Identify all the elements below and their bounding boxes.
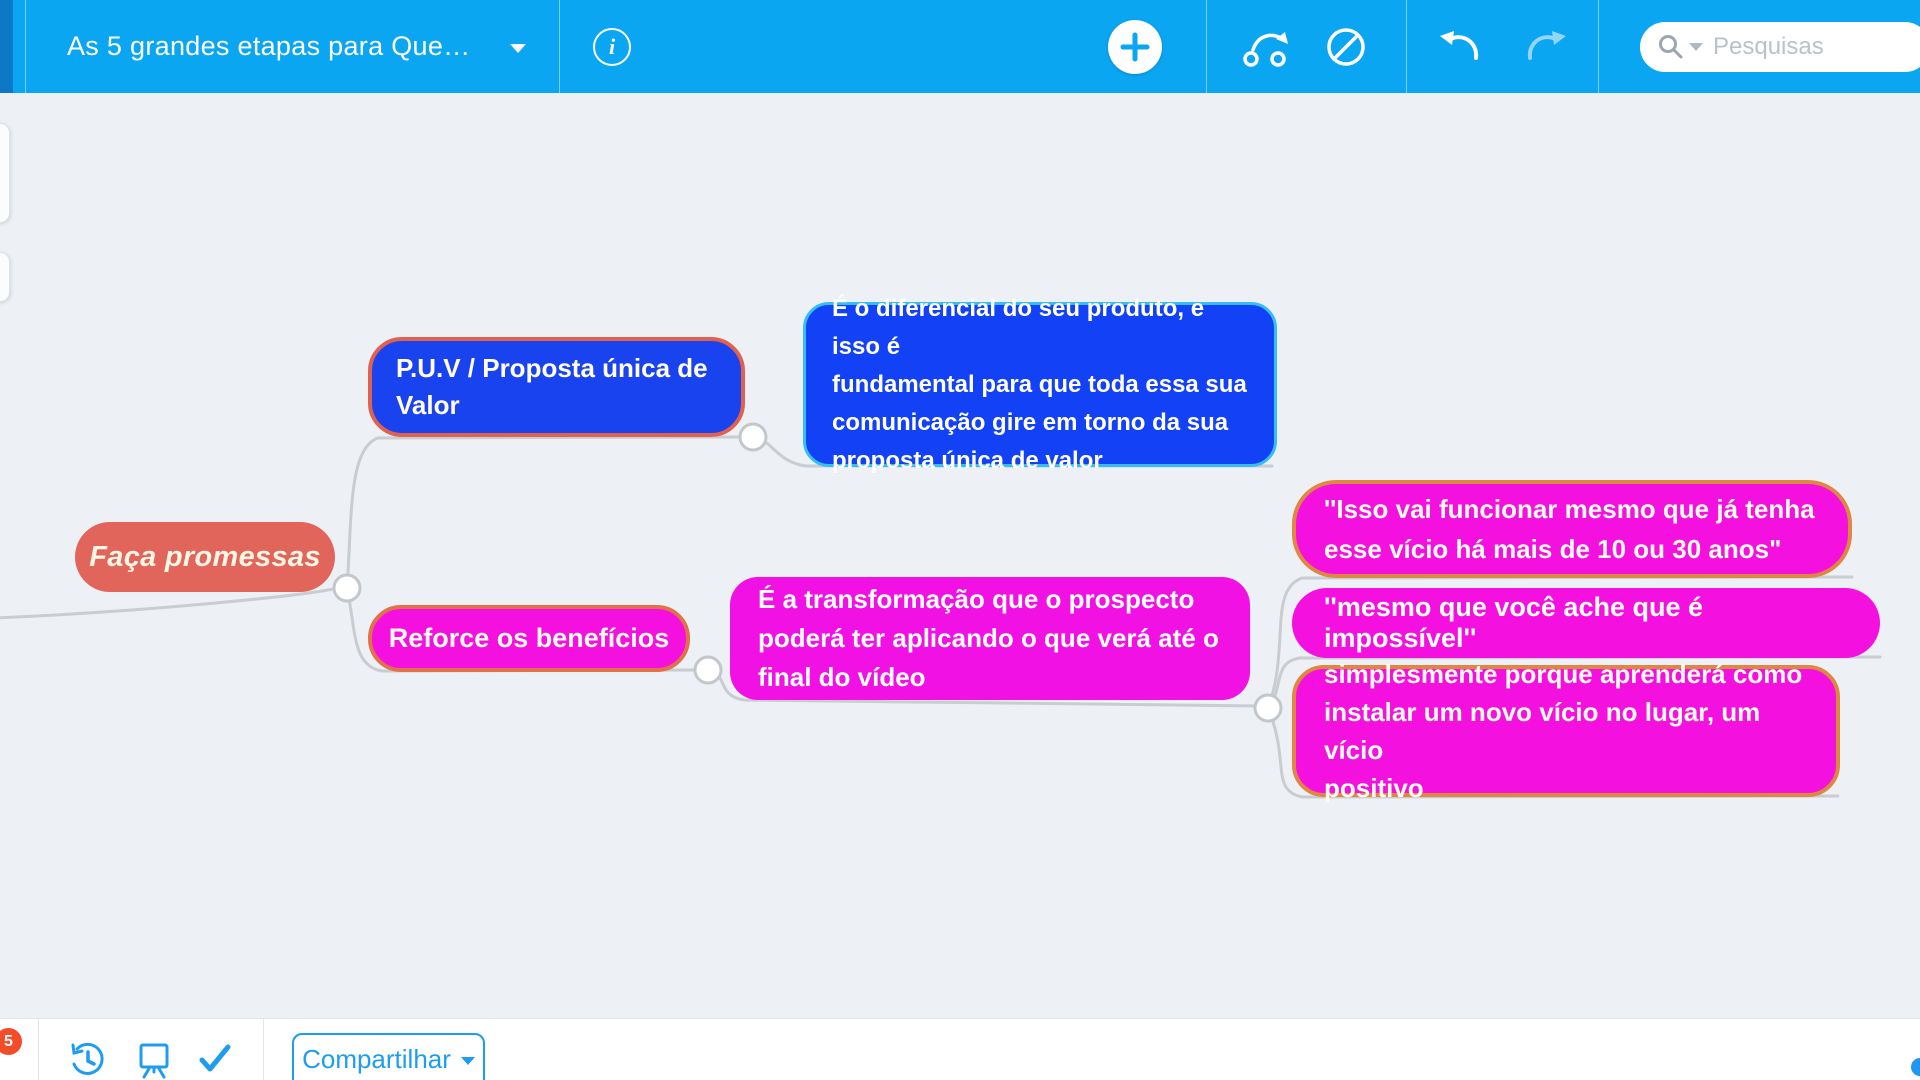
node-faca-promessas[interactable]: Faça promessas <box>75 522 335 592</box>
block-icon <box>1329 30 1363 64</box>
search-input[interactable] <box>1713 33 1883 61</box>
node-benefit-1[interactable]: ''Isso vai funcionar mesmo que já tenha … <box>1292 480 1852 578</box>
search-box[interactable] <box>1640 22 1920 72</box>
check-icon <box>202 1047 228 1069</box>
node-label: Faça promessas <box>89 541 321 574</box>
map-title-dropdown[interactable]: As 5 grandes etapas para Que… <box>67 0 470 93</box>
redo-icon <box>1530 31 1566 58</box>
edge-root-faca <box>0 589 333 618</box>
node-label: ''Isso vai funcionar mesmo que já tenha … <box>1324 489 1815 569</box>
history-button[interactable] <box>69 1041 107 1079</box>
add-connection-button[interactable] <box>1240 26 1296 68</box>
node-label: É o diferencial do seu produto, e isso é… <box>832 290 1248 480</box>
notification-badge: 5 <box>0 1028 22 1055</box>
collapse-handle-faca[interactable] <box>334 575 360 601</box>
collapse-handle-puv[interactable] <box>740 424 766 450</box>
redo-button[interactable] <box>1520 26 1568 68</box>
edge-faca-puv <box>347 437 742 588</box>
node-puv-note[interactable]: É o diferencial do seu produto, e isso é… <box>803 302 1277 467</box>
collapse-handle-note[interactable] <box>1255 695 1281 721</box>
tasks-button[interactable] <box>196 1040 234 1078</box>
mindmeister-app: Faça promessas P.U.V / Proposta única de… <box>0 0 1920 1080</box>
node-reforce-note[interactable]: É a transformação que o prospecto poderá… <box>730 577 1250 700</box>
info-button[interactable]: i <box>593 28 631 66</box>
node-label: simplesmente porque aprenderá como insta… <box>1324 655 1808 807</box>
node-puv[interactable]: P.U.V / Proposta única de Valor <box>368 337 745 437</box>
presentation-button[interactable] <box>134 1041 174 1079</box>
node-reforce-beneficios[interactable]: Reforce os benefícios <box>368 605 690 672</box>
node-label: ''mesmo que você ache que é impossível'' <box>1324 592 1848 654</box>
top-toolbar: As 5 grandes etapas para Que… i <box>0 0 1920 93</box>
history-clock-icon <box>73 1044 102 1073</box>
presentation-icon <box>141 1045 167 1077</box>
collapse-handle-reforce[interactable] <box>695 657 721 683</box>
search-caret-icon[interactable] <box>1689 43 1703 51</box>
node-label: Reforce os benefícios <box>389 623 670 654</box>
share-button[interactable]: Compartilhar <box>292 1033 485 1080</box>
node-label: É a transformação que o prospecto poderá… <box>758 580 1219 697</box>
help-button-fragment[interactable] <box>1911 1058 1920 1076</box>
share-label: Compartilhar <box>302 1044 451 1075</box>
node-label: P.U.V / Proposta única de Valor <box>396 350 708 424</box>
undo-icon <box>1440 31 1476 58</box>
plus-icon <box>1120 32 1150 62</box>
info-icon: i <box>609 34 615 59</box>
search-icon <box>1658 34 1684 60</box>
node-benefit-2[interactable]: ''mesmo que você ache que é impossível'' <box>1292 588 1880 658</box>
chevron-down-icon <box>510 44 526 53</box>
node-benefit-3[interactable]: simplesmente porque aprenderá como insta… <box>1292 665 1840 797</box>
add-node-button[interactable] <box>1108 20 1162 74</box>
share-caret-icon <box>461 1057 475 1065</box>
sidebar-edge <box>0 0 13 93</box>
connection-icon <box>1245 32 1288 65</box>
block-button[interactable] <box>1324 25 1368 69</box>
undo-button[interactable] <box>1438 26 1486 68</box>
bottom-toolbar: 5 Compartilhar <box>0 1018 1920 1080</box>
